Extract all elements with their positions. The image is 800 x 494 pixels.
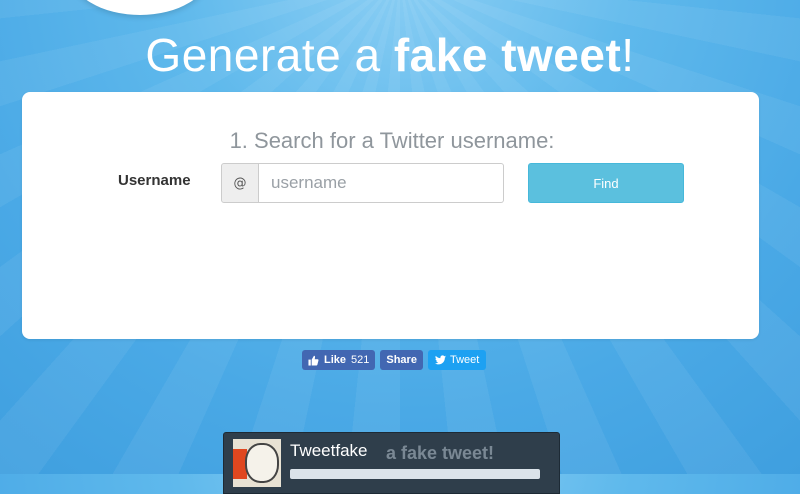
tweet-label: Tweet <box>449 354 480 366</box>
page-title: Generate a fake tweet! <box>0 28 780 82</box>
at-sign-addon: @ <box>221 163 259 203</box>
preview-bar <box>290 469 540 479</box>
step-heading: 1. Search for a Twitter username: <box>229 128 555 153</box>
title-bold: fake tweet <box>393 29 622 81</box>
find-button[interactable]: Find <box>528 163 684 203</box>
username-input-group: @ <box>221 163 504 203</box>
preview-thumbnail[interactable]: Tweetfake a fake tweet! <box>223 432 560 494</box>
facebook-share-button[interactable]: Share <box>380 350 423 370</box>
username-input[interactable] <box>259 163 504 203</box>
facebook-like-button[interactable]: Like 521 <box>302 350 376 370</box>
title-prefix: Generate a <box>145 29 394 81</box>
username-label: Username <box>118 172 191 189</box>
twitter-tweet-button[interactable]: Tweet <box>427 350 487 370</box>
title-suffix: ! <box>621 29 635 81</box>
like-label: Like <box>324 354 347 366</box>
like-count: 521 <box>351 354 370 366</box>
search-card: 1. Search for a Twitter username: Userna… <box>22 92 759 339</box>
preview-title: Tweetfake <box>290 441 368 460</box>
avatar-face <box>245 443 279 483</box>
social-buttons: Like 521 Share Tweet <box>302 350 487 370</box>
logo-badge <box>70 0 210 15</box>
twitter-bird-icon <box>434 355 446 365</box>
preview-ghost-text: a fake tweet! <box>386 443 495 463</box>
thumbs-up-icon <box>308 355 319 366</box>
meme-face-image <box>233 439 281 487</box>
